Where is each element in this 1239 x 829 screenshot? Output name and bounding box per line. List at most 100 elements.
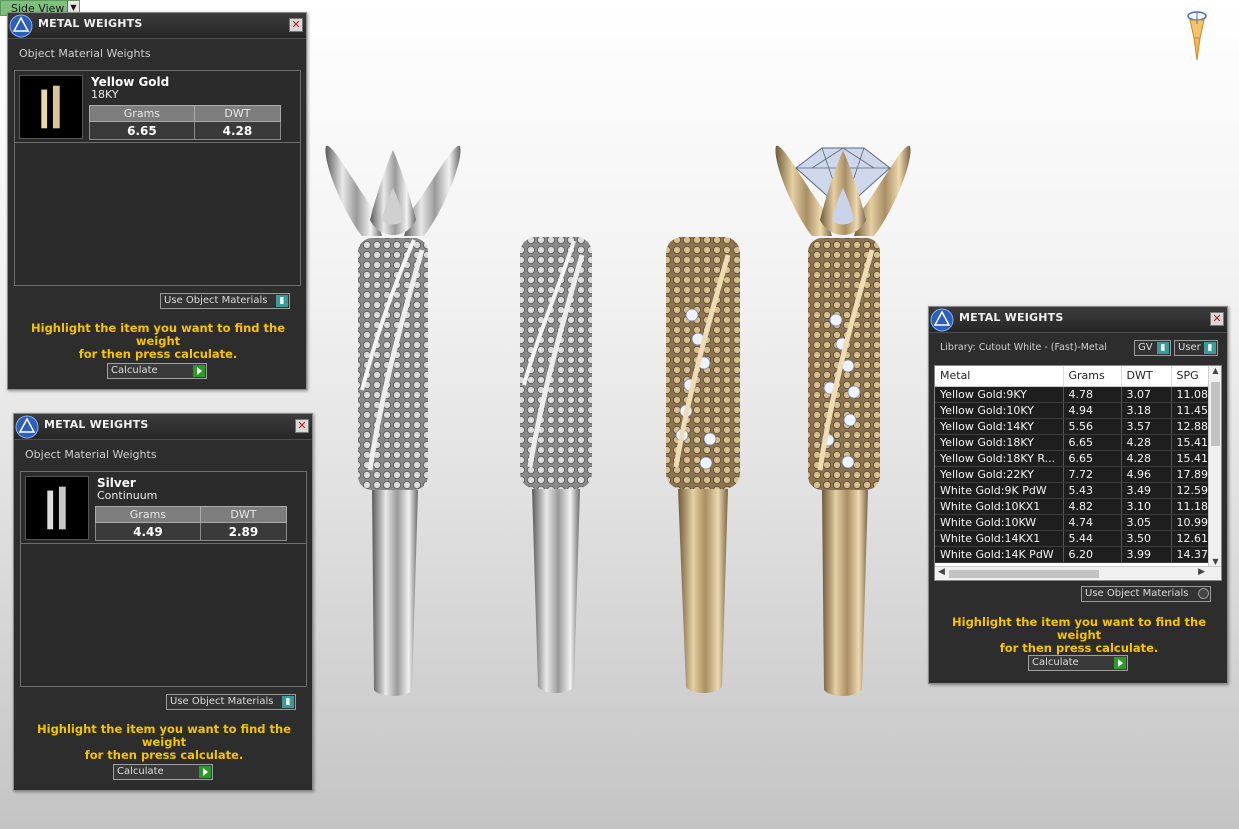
- table-cell: Yellow Gold:22KY: [935, 466, 1064, 483]
- table-cell: White Gold:14KX1: [935, 530, 1064, 547]
- dropdown-value: Use Object Materials: [164, 295, 268, 306]
- orientation-gizmo-icon[interactable]: [1184, 10, 1210, 62]
- grams-value: 6.65: [89, 121, 195, 140]
- calculate-button[interactable]: Calculate: [113, 764, 213, 780]
- close-icon[interactable]: ✕: [1210, 312, 1224, 326]
- grams-value: 4.49: [95, 522, 201, 541]
- scrollbar-thumb[interactable]: [949, 570, 1099, 578]
- dropdown-toggle-icon[interactable]: ▮: [1157, 342, 1169, 354]
- dropdown-toggle-icon[interactable]: ▮: [282, 696, 294, 708]
- ring-model-gold-band[interactable]: [662, 235, 744, 697]
- vertical-scrollbar[interactable]: ▲ ▼: [1208, 366, 1221, 566]
- horizontal-scrollbar[interactable]: ◀ ▶: [935, 566, 1221, 580]
- table-cell: 4.78: [1063, 386, 1122, 403]
- material-alloy: 18KY: [91, 88, 119, 101]
- column-header[interactable]: DWT: [1121, 366, 1172, 387]
- ring-model-silver-band[interactable]: [516, 235, 596, 697]
- calculate-label: Calculate: [111, 365, 158, 376]
- scroll-up-icon[interactable]: ▲: [1209, 366, 1221, 375]
- dwt-value: 2.89: [199, 522, 288, 541]
- table-cell: 4.82: [1063, 498, 1122, 515]
- table-row[interactable]: Yellow Gold:18KY R... 6.65 4.28 15.41: [935, 450, 1221, 467]
- instruction-line-2: for then press calculate.: [78, 347, 238, 361]
- metal-weights-panel-library: METAL WEIGHTS ✕ Library: Cutout White - …: [928, 306, 1228, 684]
- table-row[interactable]: White Gold:10KX1 4.82 3.10 11.18: [935, 498, 1221, 515]
- metal-weights-panel-top: METAL WEIGHTS ✕ Object Material Weights …: [7, 12, 307, 390]
- app-logo-icon: [930, 308, 954, 332]
- material-source-dropdown[interactable]: Use Object Materials: [1081, 586, 1211, 602]
- table-cell: 3.10: [1121, 498, 1172, 515]
- play-icon: [193, 365, 205, 377]
- table-cell: 3.57: [1121, 418, 1172, 435]
- material-source-dropdown[interactable]: Use Object Materials ▮: [160, 293, 290, 309]
- table-row[interactable]: Yellow Gold:9KY 4.78 3.07 11.08: [935, 386, 1221, 403]
- table-cell: 4.28: [1121, 434, 1172, 451]
- dropdown-toggle-icon[interactable]: ▮: [1204, 342, 1216, 354]
- panel-header[interactable]: METAL WEIGHTS ✕: [929, 307, 1227, 333]
- table-cell: White Gold:14K PdW: [935, 546, 1064, 563]
- scrollbar-thumb[interactable]: [1211, 382, 1220, 446]
- dropdown-value: Use Object Materials: [1085, 588, 1189, 599]
- metal-table-container[interactable]: Metal Grams DWT SPG Yellow Gold:9KY 4.78 3.07…: [934, 365, 1222, 581]
- dropdown-value: Use Object Materials: [170, 696, 274, 707]
- table-row[interactable]: Yellow Gold:10KY 4.94 3.18 11.45: [935, 402, 1221, 419]
- table-row[interactable]: White Gold:10KW 4.74 3.05 10.99: [935, 514, 1221, 531]
- table-cell: Yellow Gold:14KY: [935, 418, 1064, 435]
- user-dropdown[interactable]: User ▮: [1174, 340, 1218, 356]
- material-list[interactable]: Silver Continuum Grams DWT 4.49 2.89: [20, 471, 307, 687]
- panel-title: METAL WEIGHTS: [44, 418, 149, 431]
- material-thumbnail: [25, 476, 89, 540]
- table-cell: 5.43: [1063, 482, 1122, 499]
- material-row[interactable]: Yellow Gold 18KY Grams DWT 6.65 4.28: [15, 71, 300, 143]
- material-row[interactable]: Silver Continuum Grams DWT 4.49 2.89: [21, 472, 306, 544]
- panel-title: METAL WEIGHTS: [38, 17, 143, 30]
- table-row[interactable]: Yellow Gold:18KY 6.65 4.28 15.41: [935, 434, 1221, 451]
- table-row[interactable]: White Gold:14K PdW 6.20 3.99 14.37: [935, 546, 1221, 563]
- column-header[interactable]: Grams: [1063, 366, 1122, 387]
- panel-header[interactable]: METAL WEIGHTS ✕: [14, 414, 312, 440]
- weight-table: Grams DWT 4.49 2.89: [95, 506, 288, 541]
- instruction-text: Highlight the item you want to find the …: [18, 322, 298, 361]
- close-icon[interactable]: ✕: [289, 18, 303, 32]
- play-icon: [199, 766, 211, 778]
- table-cell: 3.49: [1121, 482, 1172, 499]
- scroll-left-icon[interactable]: ◀: [938, 567, 945, 577]
- column-header[interactable]: Metal: [935, 366, 1064, 387]
- ring-model-silver-with-head[interactable]: [322, 140, 464, 700]
- instruction-line-2: for then press calculate.: [84, 748, 244, 762]
- table-cell: White Gold:9K PdW: [935, 482, 1064, 499]
- table-cell: 6.65: [1063, 434, 1122, 451]
- dwt-header: DWT: [199, 506, 288, 523]
- calculate-button[interactable]: Calculate: [1028, 655, 1128, 671]
- play-icon: [1114, 657, 1126, 669]
- ring-model-gold-with-diamond[interactable]: [772, 140, 914, 700]
- material-name: Silver: [97, 476, 136, 490]
- instruction-text: Highlight the item you want to find the …: [24, 723, 304, 762]
- table-cell: 3.99: [1121, 546, 1172, 563]
- app-logo-icon: [9, 14, 33, 38]
- library-name: Library: Cutout White - (Fast)-Metal: [940, 342, 1107, 353]
- dropdown-toggle-icon[interactable]: ▮: [276, 295, 288, 307]
- material-alloy: Continuum: [97, 489, 158, 502]
- dwt-value: 4.28: [193, 121, 282, 140]
- calculate-button[interactable]: Calculate: [107, 363, 207, 379]
- table-row[interactable]: Yellow Gold:22KY 7.72 4.96 17.89: [935, 466, 1221, 483]
- metal-table[interactable]: Metal Grams DWT SPG Yellow Gold:9KY 4.78 3.07…: [935, 366, 1221, 563]
- instruction-text: Highlight the item you want to find the …: [939, 616, 1219, 655]
- scroll-down-icon[interactable]: ▼: [1209, 557, 1221, 566]
- instruction-line-1: Highlight the item you want to find the …: [952, 615, 1206, 642]
- table-row[interactable]: White Gold:9K PdW 5.43 3.49 12.59: [935, 482, 1221, 499]
- panel-header[interactable]: METAL WEIGHTS ✕: [8, 13, 306, 39]
- close-icon[interactable]: ✕: [295, 419, 309, 433]
- gv-dropdown[interactable]: GV ▮: [1134, 340, 1171, 356]
- radio-toggle-icon[interactable]: [1198, 588, 1209, 599]
- material-source-dropdown[interactable]: Use Object Materials ▮: [166, 694, 296, 710]
- scroll-right-icon[interactable]: ▶: [1198, 567, 1205, 577]
- material-name: Yellow Gold: [91, 75, 170, 89]
- table-row[interactable]: Yellow Gold:14KY 5.56 3.57 12.88: [935, 418, 1221, 435]
- table-row[interactable]: White Gold:14KX1 5.44 3.50 12.61: [935, 530, 1221, 547]
- material-list[interactable]: Yellow Gold 18KY Grams DWT 6.65 4.28: [14, 70, 301, 286]
- panel-subtitle: Object Material Weights: [25, 448, 157, 461]
- table-cell: 7.72: [1063, 466, 1122, 483]
- table-cell: 3.07: [1121, 386, 1172, 403]
